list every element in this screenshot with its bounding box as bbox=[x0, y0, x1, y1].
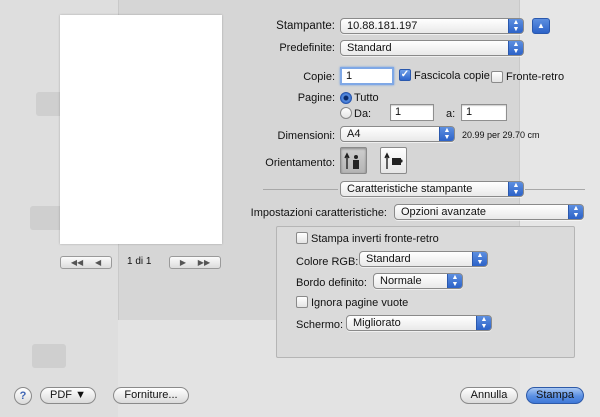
printer-select[interactable]: 10.88.181.197 ▲ ▼ bbox=[340, 18, 524, 34]
page-indicator: 1 di 1 bbox=[127, 256, 152, 267]
last-page-icon[interactable]: ▶▶ bbox=[198, 258, 210, 267]
presets-select[interactable]: Standard ▲ ▼ bbox=[340, 40, 524, 56]
feature-sets-label: Impostazioni caratteristiche: bbox=[250, 207, 387, 219]
paper-size-select[interactable]: A4 ▲ ▼ bbox=[340, 126, 455, 142]
help-button[interactable]: ? bbox=[14, 387, 32, 405]
popup-arrows-icon: ▲ ▼ bbox=[472, 252, 487, 266]
collapse-details-button[interactable]: ▲ bbox=[532, 18, 550, 34]
presets-value: Standard bbox=[347, 42, 392, 54]
screen-select[interactable]: Migliorato ▲ ▼ bbox=[346, 315, 492, 331]
popup-arrows-icon: ▲ ▼ bbox=[508, 182, 523, 196]
paper-dimensions: 20.99 per 29.70 cm bbox=[462, 130, 540, 140]
pages-from-label: Da: bbox=[354, 108, 372, 120]
screen-value: Migliorato bbox=[353, 317, 401, 329]
skip-blank-label: Ignora pagine vuote bbox=[311, 297, 409, 309]
feature-sets-value: Opzioni avanzate bbox=[401, 206, 486, 218]
cancel-button[interactable]: Annulla bbox=[460, 387, 518, 404]
presets-label: Predefinite: bbox=[279, 42, 335, 54]
edge-enhance-label: Bordo definito: bbox=[296, 277, 367, 289]
section-divider bbox=[525, 189, 585, 190]
printer-label: Stampante: bbox=[276, 20, 335, 32]
collate-checkbox[interactable]: ✓ bbox=[399, 69, 411, 81]
section-select[interactable]: Caratteristiche stampante ▲ ▼ bbox=[340, 181, 524, 197]
rgb-color-value: Standard bbox=[366, 253, 411, 265]
first-page-icon[interactable]: ◀◀ bbox=[71, 258, 83, 267]
duplex-label: Fronte-retro bbox=[506, 71, 565, 83]
supplies-button[interactable]: Forniture... bbox=[113, 387, 189, 404]
paper-size-label: Dimensioni: bbox=[277, 130, 335, 142]
rgb-color-select[interactable]: Standard ▲ ▼ bbox=[359, 251, 488, 267]
popup-arrows-icon: ▲ ▼ bbox=[439, 127, 454, 141]
paper-size-value: A4 bbox=[347, 128, 361, 140]
pages-label: Pagine: bbox=[297, 92, 335, 104]
triangle-up-icon: ▲ bbox=[537, 21, 545, 30]
section-divider bbox=[263, 189, 338, 190]
landscape-icon bbox=[383, 151, 403, 169]
portrait-icon bbox=[343, 151, 359, 169]
orientation-label: Orientamento: bbox=[265, 157, 335, 169]
preview-back-buttons[interactable]: ◀◀ ◀ bbox=[60, 256, 112, 269]
section-value: Caratteristiche stampante bbox=[347, 183, 473, 195]
pages-from-input[interactable]: 1 bbox=[390, 104, 434, 121]
pages-to-input[interactable]: 1 bbox=[461, 104, 507, 121]
popup-arrows-icon: ▲ ▼ bbox=[568, 205, 583, 219]
screen-label: Schermo: bbox=[296, 319, 344, 331]
popup-arrows-icon: ▲ ▼ bbox=[508, 41, 523, 55]
pages-range-radio[interactable] bbox=[340, 107, 352, 119]
collate-label: Fascicola copie bbox=[414, 70, 490, 82]
printer-value: 10.88.181.197 bbox=[347, 20, 418, 32]
copies-input[interactable]: 1 bbox=[340, 67, 394, 85]
pdf-menu-button[interactable]: PDF ▼ bbox=[40, 387, 96, 404]
copies-label: Copie: bbox=[303, 71, 335, 83]
pages-to-label: a: bbox=[446, 108, 456, 120]
print-button[interactable]: Stampa bbox=[526, 387, 584, 404]
preview-forward-buttons[interactable]: ▶ ▶▶ bbox=[169, 256, 221, 269]
advanced-options-panel bbox=[276, 226, 575, 358]
popup-arrows-icon: ▲ ▼ bbox=[447, 274, 462, 288]
landscape-orientation-button[interactable] bbox=[380, 147, 407, 174]
edge-enhance-select[interactable]: Normale ▲ ▼ bbox=[373, 273, 463, 289]
portrait-orientation-button[interactable] bbox=[340, 147, 367, 174]
duplex-checkbox[interactable] bbox=[491, 71, 503, 83]
popup-arrows-icon: ▲ ▼ bbox=[508, 19, 523, 33]
popup-arrows-icon: ▲ ▼ bbox=[476, 316, 491, 330]
skip-blank-checkbox[interactable] bbox=[296, 296, 308, 308]
prev-page-icon[interactable]: ◀ bbox=[95, 258, 101, 267]
feature-sets-select[interactable]: Opzioni avanzate ▲ ▼ bbox=[394, 204, 584, 220]
page-preview bbox=[60, 15, 222, 244]
ghost-folder-icon bbox=[30, 206, 64, 230]
edge-enhance-value: Normale bbox=[380, 275, 422, 287]
rgb-color-label: Colore RGB: bbox=[296, 256, 359, 268]
reverse-duplex-label: Stampa inverti fronte-retro bbox=[311, 233, 439, 245]
pages-all-radio[interactable] bbox=[340, 92, 352, 104]
ghost-folder-icon bbox=[32, 344, 66, 368]
reverse-duplex-checkbox[interactable] bbox=[296, 232, 308, 244]
pages-all-label: Tutto bbox=[354, 92, 379, 104]
next-page-icon[interactable]: ▶ bbox=[180, 258, 186, 267]
